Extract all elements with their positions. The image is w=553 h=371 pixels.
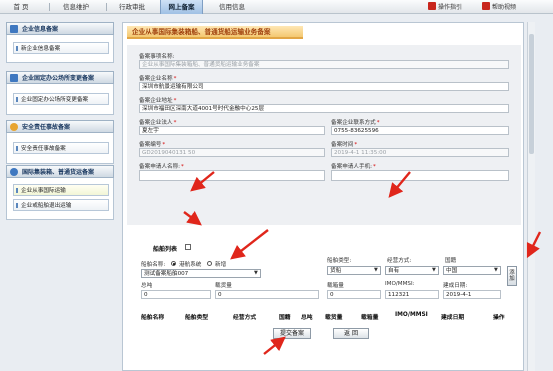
arrow-to-applicant-phone — [388, 171, 411, 198]
arrow-to-ship-name — [230, 229, 269, 260]
annotation-arrows — [183, 171, 542, 355]
arrow-to-submit — [263, 336, 286, 355]
arrow-to-applicant-name — [190, 171, 215, 192]
arrow-to-ship-checkbox — [183, 211, 202, 226]
arrow-to-add-button — [526, 231, 542, 259]
